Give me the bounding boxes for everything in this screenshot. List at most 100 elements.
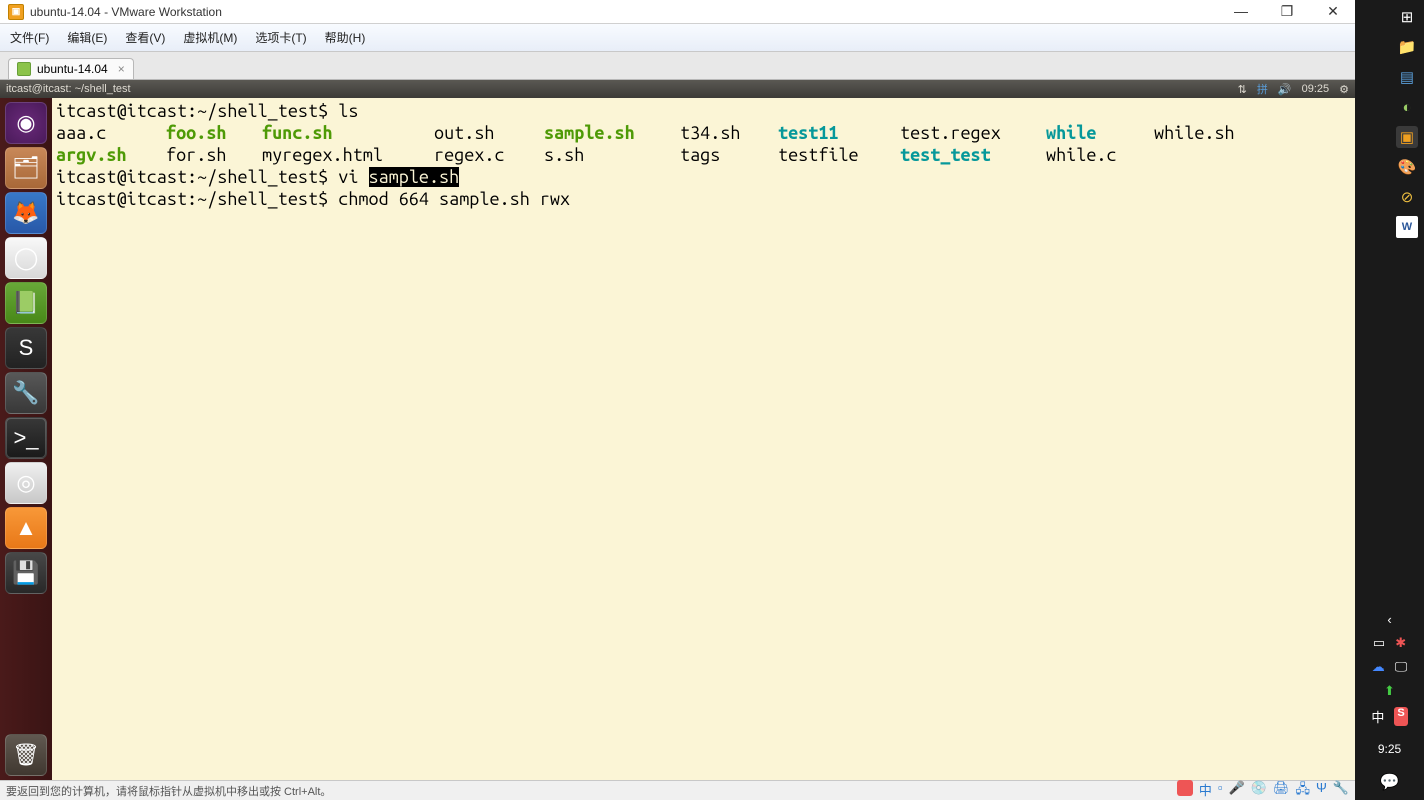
file-t34.sh: t34.sh (680, 122, 778, 144)
window-controls: — ❐ ✕ (1227, 3, 1347, 20)
device-printer-icon[interactable]: 🖨 (1273, 780, 1290, 802)
menu-view[interactable]: 查看(V) (125, 29, 165, 46)
device-network-icon[interactable]: 🖧 (1295, 780, 1310, 802)
terminal-icon[interactable]: >_ (5, 417, 47, 459)
file-test.regex: test.regex (900, 122, 1046, 144)
file-aaa.c: aaa.c (56, 122, 166, 144)
file-while: while (1046, 122, 1154, 144)
tab-ubuntu[interactable]: ubuntu-14.04 × (8, 58, 134, 79)
vm-viewport[interactable]: itcast@itcast: ~/shell_test ⇅ 拼 🔊 09:25 … (0, 80, 1355, 780)
file-test_test: test_test (900, 144, 1046, 166)
file-tags: tags (680, 144, 778, 166)
dash-icon[interactable]: ◉ (5, 102, 47, 144)
file-argv.sh: argv.sh (56, 144, 166, 166)
app-icon-colorful[interactable]: 🎨 (1396, 156, 1418, 178)
tray-cloud-icon[interactable]: ☁ (1372, 659, 1385, 675)
vmware-taskbar-icon[interactable]: ▣ (1396, 126, 1418, 148)
tray-ime-lang[interactable]: 中 (1371, 707, 1384, 726)
book-icon[interactable]: 📗 (5, 282, 47, 324)
tray-expand-icon[interactable]: ‹ (1387, 612, 1391, 627)
file-sample.sh: sample.sh (544, 122, 680, 144)
notification-icon[interactable]: 💬 (1355, 772, 1424, 800)
clock-text[interactable]: 09:25 (1302, 83, 1330, 95)
sound-icon[interactable]: 🔊 (1278, 83, 1292, 96)
command-ls: ls (338, 101, 358, 121)
disc-icon[interactable]: ◎ (5, 462, 47, 504)
app-icon-yellow[interactable]: ⊘ (1396, 186, 1418, 208)
file-regex.c: regex.c (434, 144, 544, 166)
file-myregex.html: myregex.html (262, 144, 434, 166)
menu-edit[interactable]: 编辑(E) (67, 29, 107, 46)
file-for.sh: for.sh (166, 144, 262, 166)
taskbar-apps: ⊞ 📁 ▤ ◐ ▣ 🎨 ⊘ W (1355, 0, 1424, 244)
vmware-device-icons: 中 ▫ 🎤 💿 🖨 🖧 Ψ 🔧 (1177, 780, 1349, 802)
device-disc-icon[interactable]: 💿 (1251, 780, 1267, 802)
tray-red-icon[interactable]: ✱ (1395, 635, 1406, 651)
tab-close-button[interactable]: × (118, 62, 125, 76)
floppy-icon[interactable]: 💾 (5, 552, 47, 594)
device-mic-icon[interactable]: 🎤 (1229, 780, 1245, 802)
device-settings-icon[interactable]: 🔧 (1333, 780, 1349, 802)
sublime-icon[interactable]: S (5, 327, 47, 369)
tab-label: ubuntu-14.04 (37, 62, 108, 76)
unity-launcher: ◉ 🗂 🦊 ◯ 📗 S 🔧 >_ ◎ ▲ 💾 🗑 (0, 98, 52, 780)
command-vi-arg-highlighted: sample.sh (369, 167, 460, 187)
close-button[interactable]: ✕ (1319, 3, 1347, 20)
firefox-icon[interactable]: 🦊 (5, 192, 47, 234)
file-while.c: while.c (1046, 144, 1117, 166)
file-s.sh: s.sh (544, 144, 680, 166)
tray-battery-icon[interactable]: ▭ (1373, 635, 1385, 651)
network-icon[interactable]: ⇅ (1238, 83, 1247, 96)
menu-help[interactable]: 帮助(H) (325, 29, 366, 46)
menu-vm[interactable]: 虚拟机(M) (183, 29, 237, 46)
tab-vm-icon (17, 62, 31, 76)
gear-icon[interactable]: ⚙ (1339, 83, 1349, 96)
maximize-button[interactable]: ❐ (1273, 3, 1301, 20)
trash-icon[interactable]: 🗑 (5, 734, 47, 776)
command-vi-pre: vi (338, 167, 368, 187)
command-chmod: chmod 664 sample.sh rwx (338, 189, 570, 209)
device-floppy-icon[interactable]: ▫ (1218, 780, 1223, 802)
menubar: 文件(F) 编辑(E) 查看(V) 虚拟机(M) 选项卡(T) 帮助(H) (0, 24, 1355, 52)
menu-tabs[interactable]: 选项卡(T) (255, 29, 306, 46)
taskbar-clock[interactable]: 9:25 (1355, 734, 1424, 772)
chrome-icon[interactable]: ◯ (5, 237, 47, 279)
device-usb-icon[interactable]: Ψ (1316, 780, 1327, 802)
ime-icon[interactable]: 拼 (1257, 81, 1268, 97)
ubuntu-status-icons: ⇅ 拼 🔊 09:25 ⚙ (1238, 81, 1349, 97)
windows-taskbar: ⊞ 📁 ▤ ◐ ▣ 🎨 ⊘ W ‹ ▭ ✱ ☁ 🖵 ⬆ 中 S 9:25 💬 (1355, 0, 1424, 800)
prompt: itcast@itcast:~/shell_test$ (56, 189, 338, 209)
prompt: itcast@itcast:~/shell_test$ (56, 167, 338, 187)
system-tray: ‹ ▭ ✱ ☁ 🖵 ⬆ 中 S (1355, 604, 1424, 734)
ime-lang[interactable]: 中 (1199, 780, 1212, 802)
tray-monitor-icon[interactable]: 🖵 (1395, 659, 1408, 675)
ls-output-row1: aaa.cfoo.shfunc.shout.shsample.sht34.sht… (56, 122, 1351, 144)
word-icon[interactable]: W (1396, 216, 1418, 238)
app-icon-green[interactable]: ◐ (1396, 96, 1418, 118)
windows-start-icon[interactable]: ⊞ (1396, 6, 1418, 28)
file-foo.sh: foo.sh (166, 122, 262, 144)
sogou-icon[interactable] (1177, 780, 1193, 796)
tabbar: ubuntu-14.04 × (0, 52, 1355, 80)
settings-icon[interactable]: 🔧 (5, 372, 47, 414)
window-title: ubuntu-14.04 - VMware Workstation (30, 5, 1227, 19)
prompt: itcast@itcast:~/shell_test$ (56, 101, 338, 121)
tray-sogou-icon[interactable]: S (1394, 707, 1407, 726)
files-icon[interactable]: 🗂 (5, 147, 47, 189)
file-test11: test11 (778, 122, 900, 144)
explorer-icon[interactable]: 📁 (1396, 36, 1418, 58)
status-message: 要返回到您的计算机，请将鼠标指针从虚拟机中移出或按 Ctrl+Alt。 (6, 783, 1177, 799)
vmware-icon: ▣ (8, 4, 24, 20)
ubuntu-body: ◉ 🗂 🦊 ◯ 📗 S 🔧 >_ ◎ ▲ 💾 🗑 itcast@itcast:~… (0, 98, 1355, 780)
tray-green-icon[interactable]: ⬆ (1384, 683, 1395, 699)
terminal-title: itcast@itcast: ~/shell_test (6, 83, 1238, 95)
vmware-statusbar: 要返回到您的计算机，请将鼠标指针从虚拟机中移出或按 Ctrl+Alt。 中 ▫ … (0, 780, 1355, 800)
terminal-content[interactable]: itcast@itcast:~/shell_test$ lsaaa.cfoo.s… (52, 98, 1355, 780)
minimize-button[interactable]: — (1227, 3, 1255, 20)
window-titlebar: ▣ ubuntu-14.04 - VMware Workstation — ❐ … (0, 0, 1355, 24)
vlc-icon[interactable]: ▲ (5, 507, 47, 549)
menu-file[interactable]: 文件(F) (10, 29, 49, 46)
ls-output-row2: argv.shfor.shmyregex.htmlregex.cs.shtags… (56, 144, 1351, 166)
app-icon-blue[interactable]: ▤ (1396, 66, 1418, 88)
file-func.sh: func.sh (262, 122, 434, 144)
